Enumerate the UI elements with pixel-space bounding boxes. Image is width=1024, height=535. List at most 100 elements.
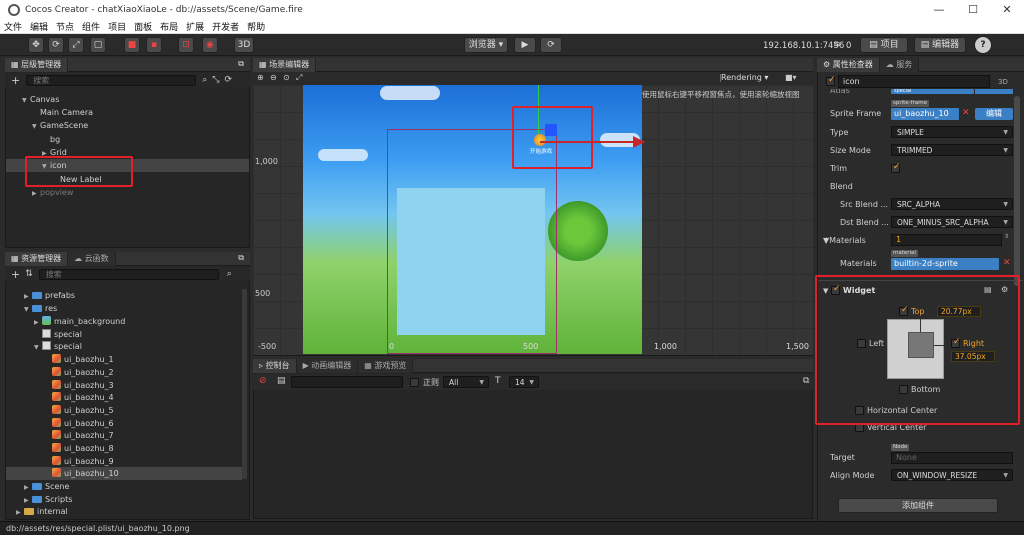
tab-inspector[interactable]: ⚙ 属性检查器 [817,57,880,72]
menu-project[interactable]: 项目 [104,20,130,33]
dst-blend-select[interactable]: ONE_MINUS_SRC_ALPHA [891,216,1013,228]
close-button[interactable]: ✕ [990,0,1024,20]
collapse-icon[interactable]: ⤡ [212,75,219,85]
panel-menu-icon[interactable]: ⧉ [238,253,244,263]
regex-checkbox[interactable] [410,378,419,387]
add-node-icon[interactable]: + [11,74,20,87]
expand-arrow-icon[interactable]: ▶ [34,316,42,329]
trim-checkbox[interactable] [891,162,901,173]
tree-node-main-camera[interactable]: Main Camera [40,106,93,119]
clear-icon[interactable]: ⊘ [259,376,267,386]
menu-component[interactable]: 组件 [78,20,104,33]
menu-panel[interactable]: 面板 [130,20,156,33]
snap-button[interactable]: ⊡ [178,37,194,53]
menu-help[interactable]: 帮助 [243,20,269,33]
clear-sprite-icon[interactable]: ✕ [962,108,970,118]
asset-folder-internal[interactable]: ▶ internal [16,505,68,518]
tree-node-canvas[interactable]: ▼ Canvas [22,93,59,106]
maximize-button[interactable]: ☐ [956,0,990,20]
x-axis-arrow-icon[interactable] [633,136,645,148]
edit-sprite-button[interactable]: 编辑 [975,108,1013,120]
expand-arrow-icon[interactable]: ▼ [32,120,40,133]
camera-icon[interactable]: ■▾ [785,73,797,82]
size-mode-select[interactable]: TRIMMED [891,144,1013,156]
project-button[interactable]: ▤ 项目 [860,37,908,53]
local-coord-button[interactable]: ■ [124,37,140,53]
atlas-edit-button-partial[interactable] [975,89,1013,94]
expand-arrow-icon[interactable]: ▼ [24,303,32,316]
asset-sprite[interactable]: ui_baozhu_8 [52,442,114,455]
asset-sprite[interactable]: ui_baozhu_2 [52,366,114,379]
expand-arrow-icon[interactable]: ▼ [22,94,30,107]
rotate-tool-button[interactable]: ⟳ [48,37,64,53]
tab-services[interactable]: ☁ 服务 [879,57,920,72]
expand-arrow-icon[interactable]: ▶ [16,506,24,519]
editor-button[interactable]: ▤ 编辑器 [914,37,966,53]
stepper-icon[interactable]: ⇕ [1004,233,1009,240]
expand-arrow-icon[interactable]: ▼ [34,341,42,354]
asset-main-background[interactable]: ▶ main_background [34,315,125,328]
asset-sprite[interactable]: ui_baozhu_5 [52,404,114,417]
menu-file[interactable]: 文件 [0,20,26,33]
panel-menu-icon[interactable]: ⧉ [238,59,244,69]
search-icon[interactable]: ⌕ [227,269,232,279]
tab-hierarchy[interactable]: ▦ 层级管理器 [5,57,69,72]
inspector-scrollbar[interactable] [1014,96,1020,286]
material-field[interactable]: builtin-2d-sprite [891,258,999,270]
atlas-field-partial[interactable]: special [891,89,974,94]
fit-icon[interactable]: ⤢ [296,73,302,83]
menu-developer[interactable]: 开发者 [208,20,243,33]
console-filter-input[interactable] [291,376,403,388]
font-size-select[interactable]: 14 [509,376,539,388]
sort-icon[interactable]: ⇅ [25,269,33,279]
console-menu-icon[interactable]: ⧉ [803,376,809,386]
tab-scene-editor[interactable]: ▦ 场景编辑器 [253,57,317,72]
zoom-in-icon[interactable]: ⊕ [257,73,264,82]
asset-sprite[interactable]: ui_baozhu_1 [52,353,114,366]
menu-node[interactable]: 节点 [52,20,78,33]
clear-material-icon[interactable]: ✕ [1003,258,1011,268]
help-button[interactable]: ? [974,36,992,54]
zoom-out-icon[interactable]: ⊖ [270,73,277,82]
materials-group-label[interactable]: ▼Materials [823,236,866,245]
3d-node-toggle[interactable]: 3D [998,78,1008,86]
tab-cloud-functions[interactable]: ☁ 云函数 [68,251,116,266]
menu-edit[interactable]: 编辑 [26,20,52,33]
src-blend-select[interactable]: SRC_ALPHA [891,198,1013,210]
browser-select-button[interactable]: 浏览器 ▾ [464,37,508,53]
asset-sprite-selected[interactable]: ui_baozhu_10 [52,467,119,480]
sprite-frame-field[interactable]: ui_baozhu_10 [891,108,959,120]
asset-folder-scene[interactable]: ▶ Scene [24,480,69,493]
target-field[interactable]: None [891,452,1013,464]
align-mode-select[interactable]: ON_WINDOW_RESIZE [891,469,1013,481]
tab-game-preview[interactable]: ▦ 游戏预览 [358,358,414,373]
search-icon[interactable]: ⌕ [202,75,207,85]
asset-folder-prefabs[interactable]: ▶ prefabs [24,289,75,302]
pivot-button[interactable]: ▪ [146,37,162,53]
asset-sprite[interactable]: ui_baozhu_4 [52,391,114,404]
tree-node-popview[interactable]: ▶ popview [32,186,73,199]
rect-tool-button[interactable]: ▢ [90,37,106,53]
node-active-checkbox[interactable] [826,75,836,86]
3d-mode-button[interactable]: 3D [234,37,254,53]
hierarchy-search-input[interactable]: 搜索 [26,74,197,86]
zoom-reset-icon[interactable]: ⊙ [283,73,290,82]
tree-node-gamescene[interactable]: ▼ GameScene [32,119,88,132]
tab-animation-editor[interactable]: ▶ 动画编辑器 [296,358,359,373]
asset-folder-res[interactable]: ▼ res [24,302,57,315]
refresh-icon[interactable]: ⟳ [224,75,232,85]
rendering-dropdown[interactable]: Rendering ▾ [721,73,768,82]
tab-assets[interactable]: ▦ 资源管理器 [5,251,69,266]
menu-layout[interactable]: 布局 [156,20,182,33]
tab-console[interactable]: ▹ 控制台 [253,358,297,373]
log-level-select[interactable]: All [443,376,489,388]
tree-node-bg[interactable]: bg [50,133,60,146]
minimize-button[interactable]: — [922,0,956,20]
move-tool-button[interactable]: ✥ [28,37,44,53]
refresh-button[interactable]: ⟳ [540,37,562,53]
asset-special-atlas[interactable]: ▼ special [34,340,82,353]
assets-scrollbar[interactable] [242,289,247,479]
scale-tool-button[interactable]: ⤢ [68,37,84,53]
type-select[interactable]: SIMPLE [891,126,1013,138]
play-button[interactable]: ▶ [514,37,536,53]
